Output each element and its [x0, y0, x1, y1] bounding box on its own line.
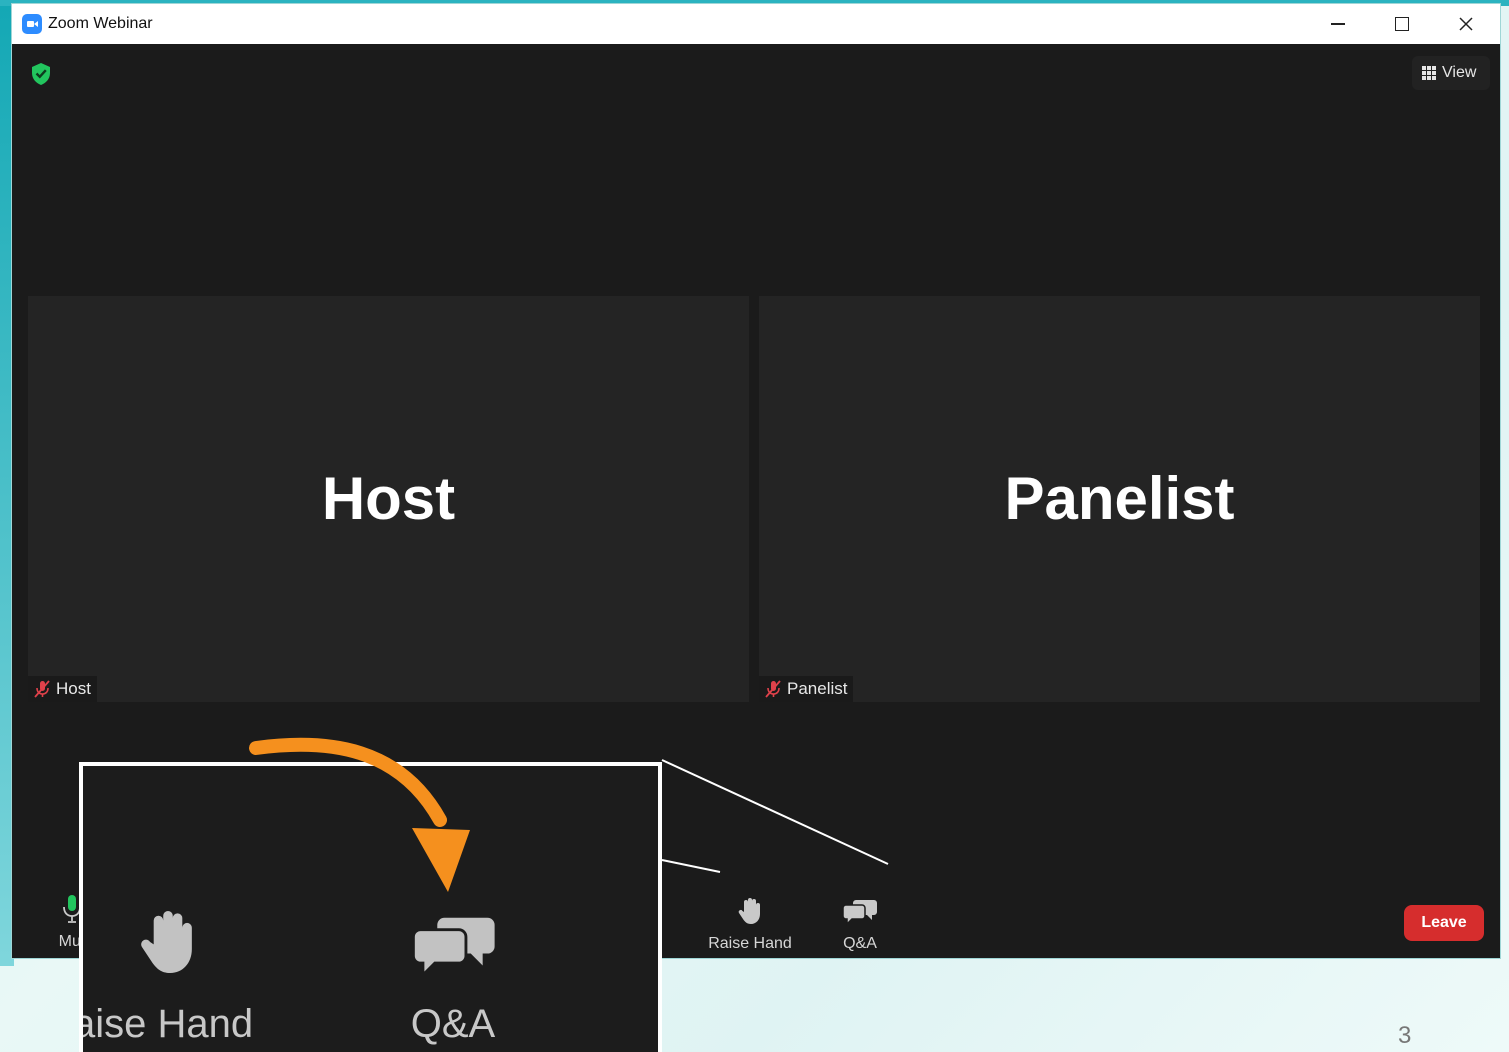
view-button[interactable]: View	[1412, 56, 1490, 90]
grid-view-icon	[1422, 66, 1436, 80]
slide-number: 3	[1398, 1022, 1412, 1049]
video-tile-panelist[interactable]: Panelist Panelist	[759, 296, 1480, 702]
video-tile-host[interactable]: Host Host	[28, 296, 749, 702]
view-label: View	[1442, 64, 1477, 81]
tile-display-name: Panelist	[1004, 465, 1235, 532]
name-tag: Host	[28, 676, 97, 702]
raise-hand-label: Raise Hand	[708, 935, 792, 952]
tile-display-name: Host	[321, 465, 456, 532]
qa-button[interactable]: Q&A	[834, 896, 886, 953]
maximize-button[interactable]	[1370, 4, 1434, 44]
close-button[interactable]	[1434, 4, 1498, 44]
raise-hand-button[interactable]: Raise Hand	[702, 896, 798, 953]
zoomed-raise-hand-label: aise Hand	[79, 1002, 254, 1046]
name-tag: Panelist	[759, 676, 854, 702]
zoom-logo-icon	[22, 14, 42, 34]
minimize-icon	[1331, 23, 1345, 25]
maximize-icon	[1395, 17, 1409, 31]
security-shield-icon[interactable]	[30, 62, 52, 86]
leave-button[interactable]: Leave	[1404, 905, 1484, 941]
raise-hand-icon	[141, 911, 192, 973]
title-bar: Zoom Webinar	[12, 4, 1500, 44]
name-tag-label: Host	[56, 679, 91, 698]
qa-chat-icon	[411, 917, 495, 979]
qa-chat-icon	[842, 900, 877, 926]
raise-hand-icon	[738, 898, 760, 924]
zoomed-callout: aise Hand Q&A	[79, 762, 662, 1052]
zoomed-qa-label: Q&A	[410, 1002, 496, 1046]
mic-muted-icon	[765, 680, 781, 698]
close-icon	[1459, 17, 1473, 31]
qa-label: Q&A	[843, 935, 877, 952]
window-title: Zoom Webinar	[48, 15, 153, 32]
mic-muted-icon	[34, 680, 50, 698]
name-tag-label: Panelist	[787, 679, 848, 698]
minimize-button[interactable]	[1306, 4, 1370, 44]
